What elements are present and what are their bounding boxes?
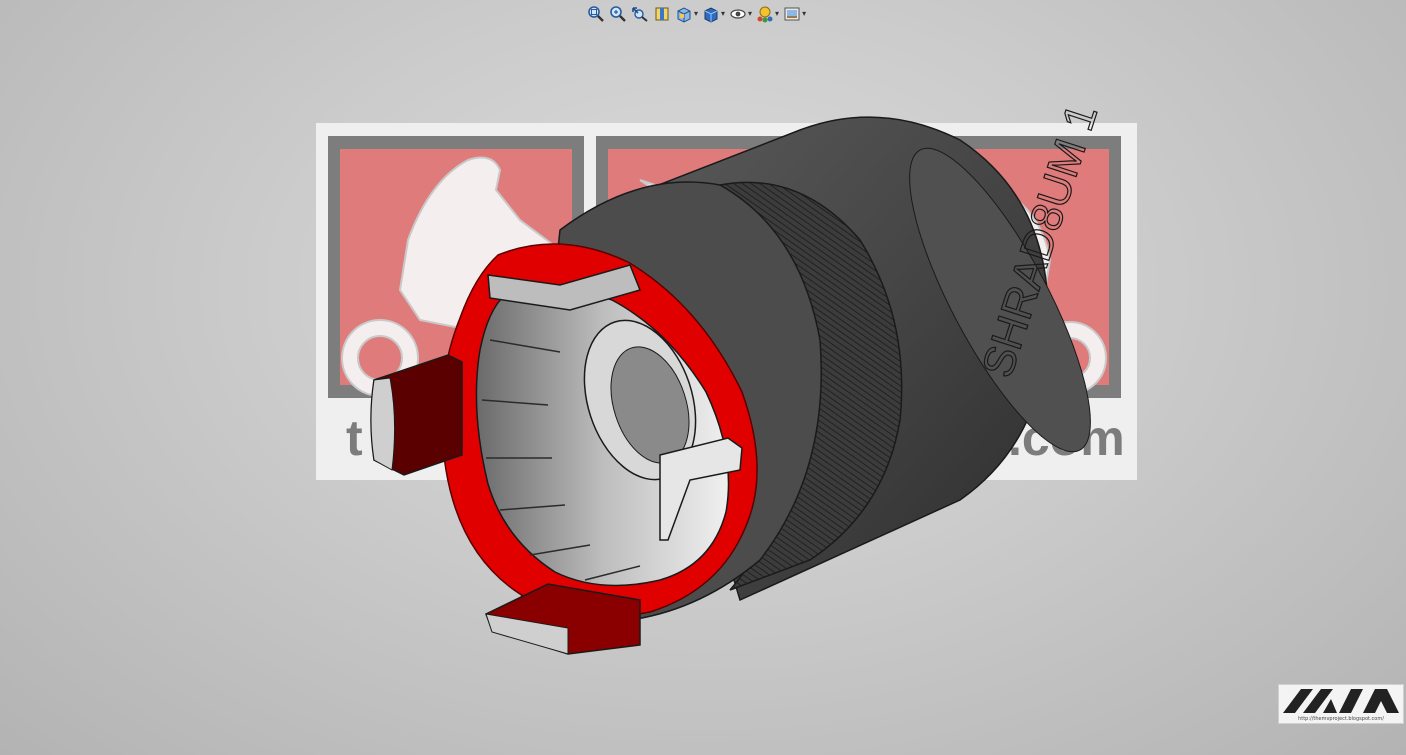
graphics-viewport[interactable]: SHRAD8UM 1 (0, 0, 1406, 755)
mva-logo-icon (1283, 689, 1399, 713)
mva-watermark: http://themvproject.blogspot.com/ (1278, 684, 1404, 724)
pin-left-face (370, 377, 396, 471)
socket-tool-model[interactable] (370, 116, 1122, 655)
watermark-url: http://themvproject.blogspot.com/ (1298, 716, 1384, 722)
